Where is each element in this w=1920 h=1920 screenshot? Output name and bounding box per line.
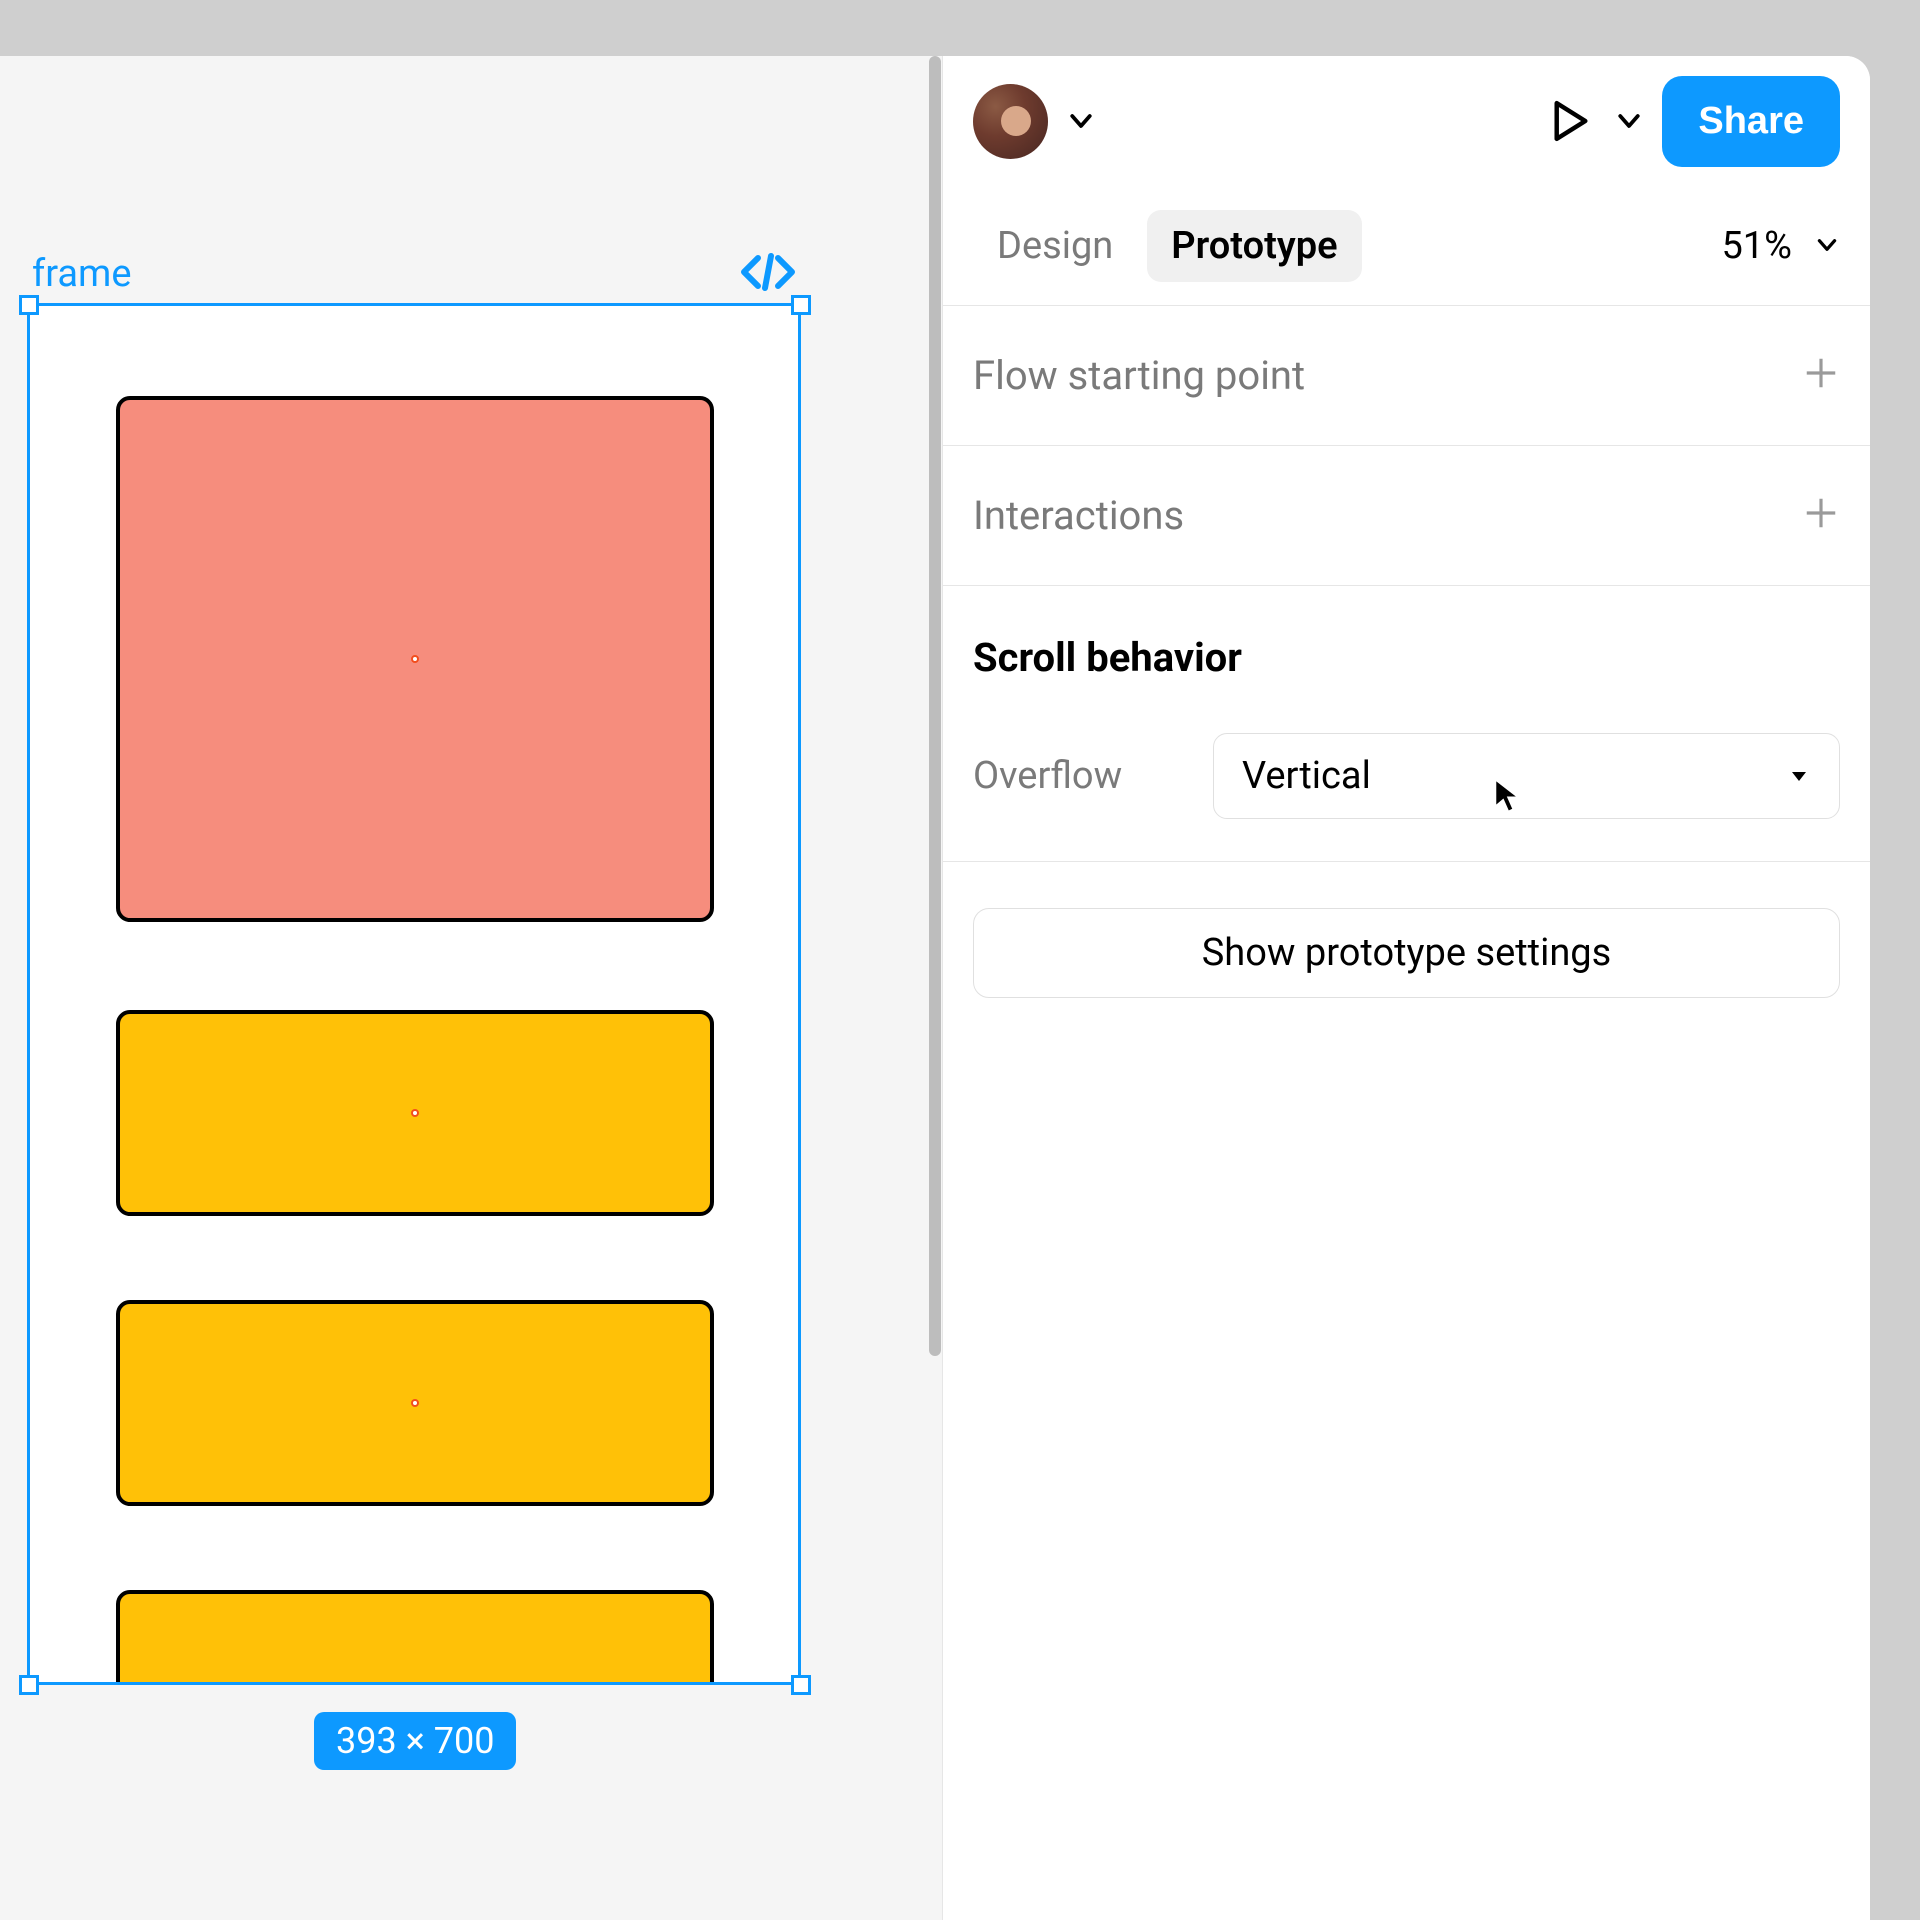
frame-label[interactable]: frame bbox=[32, 252, 132, 296]
selection-handle-bl[interactable] bbox=[19, 1675, 39, 1695]
canvas-scrollbar-thumb[interactable] bbox=[929, 56, 941, 1356]
cursor-icon bbox=[1494, 778, 1520, 814]
show-prototype-settings-button[interactable]: Show prototype settings bbox=[973, 908, 1840, 998]
app-window: frame 393 × 700 bbox=[0, 56, 1870, 1920]
dev-mode-icon[interactable] bbox=[740, 252, 796, 292]
tab-design[interactable]: Design bbox=[973, 210, 1137, 282]
avatar[interactable] bbox=[973, 84, 1048, 159]
canvas-scrollbar[interactable] bbox=[928, 56, 942, 1920]
interactions-section[interactable]: Interactions bbox=[943, 446, 1870, 586]
caret-down-icon bbox=[1787, 754, 1811, 798]
canvas-area[interactable]: frame 393 × 700 bbox=[0, 56, 942, 1920]
scroll-behavior-title: Scroll behavior bbox=[973, 634, 1840, 681]
tabs-row: Design Prototype 51% bbox=[943, 186, 1870, 306]
zoom-control[interactable]: 51% bbox=[1721, 224, 1840, 268]
add-interaction-button[interactable] bbox=[1802, 487, 1840, 544]
zoom-value: 51% bbox=[1721, 224, 1792, 268]
flow-starting-point-section[interactable]: Flow starting point bbox=[943, 306, 1870, 446]
tab-prototype[interactable]: Prototype bbox=[1147, 210, 1361, 282]
selection-handle-tl[interactable] bbox=[19, 295, 39, 315]
frame-size-badge: 393 × 700 bbox=[314, 1712, 516, 1770]
scroll-behavior-section: Scroll behavior Overflow Vertical bbox=[943, 586, 1870, 862]
flow-starting-point-label: Flow starting point bbox=[973, 352, 1305, 399]
chevron-down-icon bbox=[1814, 224, 1840, 268]
present-button[interactable] bbox=[1546, 96, 1596, 146]
add-flow-button[interactable] bbox=[1802, 347, 1840, 404]
overflow-label: Overflow bbox=[973, 754, 1173, 798]
overflow-select[interactable]: Vertical bbox=[1213, 733, 1840, 819]
present-menu-button[interactable] bbox=[1614, 106, 1644, 136]
inspector-panel: Share Design Prototype 51% Flow starting… bbox=[942, 56, 1870, 1920]
selection-handle-br[interactable] bbox=[791, 1675, 811, 1695]
avatar-menu-button[interactable] bbox=[1066, 106, 1096, 136]
share-button[interactable]: Share bbox=[1662, 76, 1840, 167]
selection-box bbox=[27, 303, 801, 1685]
overflow-value: Vertical bbox=[1242, 754, 1371, 798]
interactions-label: Interactions bbox=[973, 492, 1184, 539]
selection-handle-tr[interactable] bbox=[791, 295, 811, 315]
top-bar: Share bbox=[943, 56, 1870, 186]
